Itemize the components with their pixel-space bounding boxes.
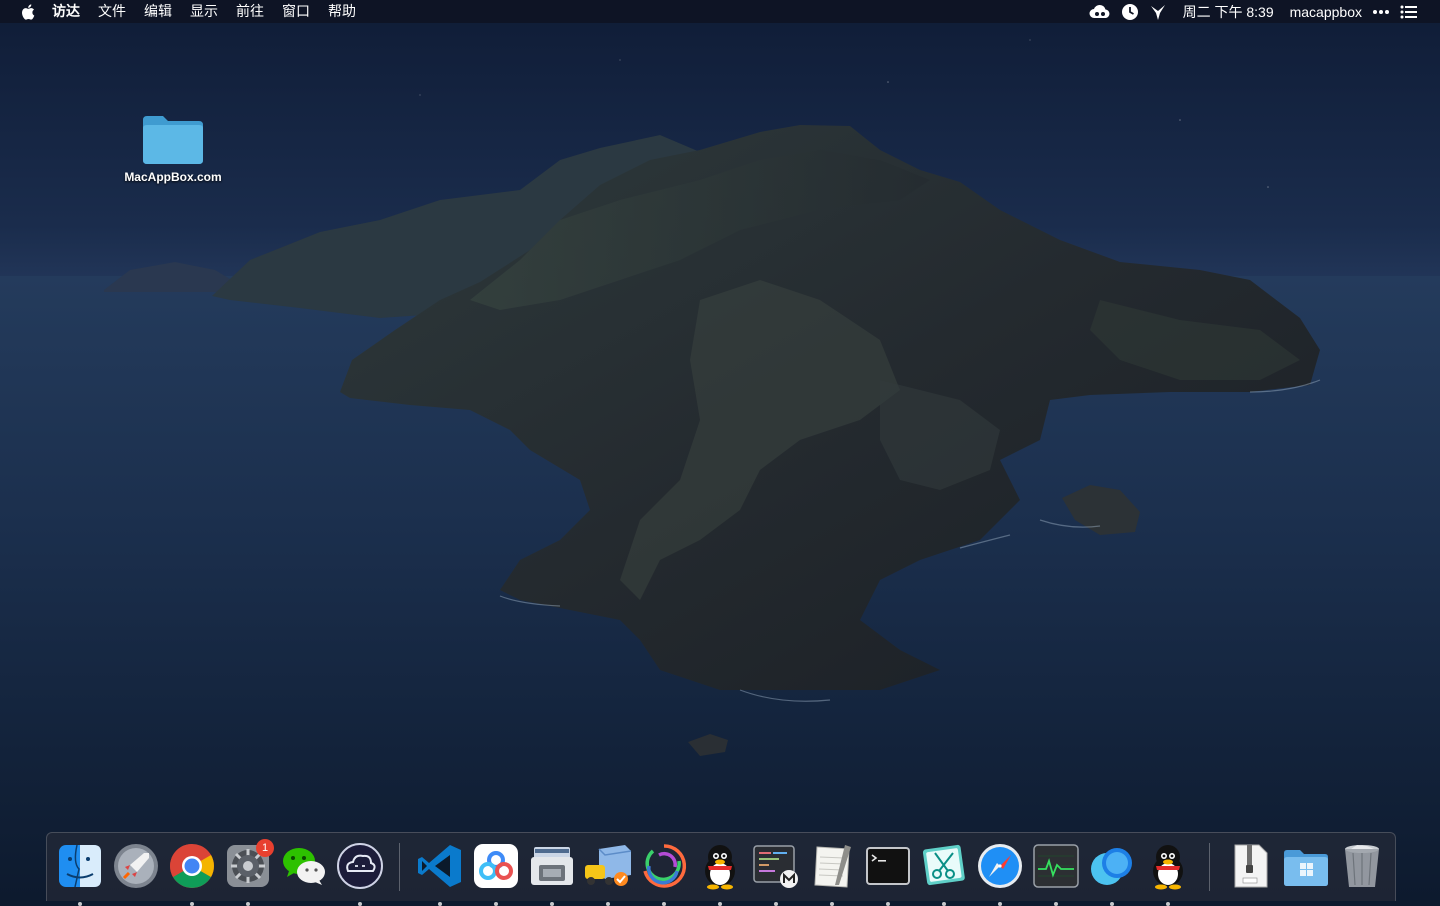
running-indicator — [718, 902, 722, 906]
dock-app-cleaner[interactable] — [335, 841, 385, 906]
menu-edit[interactable]: 编辑 — [144, 0, 172, 23]
zip-archive-icon — [1234, 844, 1268, 888]
qq-penguin-icon — [1153, 845, 1183, 890]
vpn-bird-icon[interactable] — [1149, 0, 1167, 23]
dock: 1 — [46, 832, 1396, 906]
dock-qq-2[interactable] — [1143, 841, 1193, 906]
running-indicator — [830, 902, 834, 906]
dock-messenger[interactable] — [1087, 841, 1137, 906]
menu-finder[interactable]: 访达 — [52, 0, 80, 23]
dock-scissors-app[interactable] — [919, 841, 969, 906]
dock-archive[interactable] — [1225, 841, 1275, 891]
running-indicator — [774, 902, 778, 906]
dock-disk-utility[interactable] — [527, 841, 577, 906]
wechat-icon — [283, 848, 325, 885]
safari-compass-icon — [978, 844, 1022, 888]
launchpad-rocket-icon — [114, 844, 158, 888]
dock-trash[interactable] — [1337, 841, 1387, 891]
cloud-sync-icon[interactable] — [1089, 0, 1111, 23]
dock-launchpad[interactable] — [111, 841, 161, 891]
running-indicator — [606, 902, 610, 906]
running-indicator — [1110, 902, 1114, 906]
notes-paper-icon — [814, 845, 851, 888]
dock-qq[interactable] — [695, 841, 745, 906]
code-m-icon — [753, 845, 798, 888]
chrome-icon — [170, 844, 214, 888]
notification-center-icon[interactable] — [1400, 0, 1418, 23]
menu-username[interactable]: macappbox — [1290, 4, 1362, 20]
running-indicator — [358, 902, 362, 906]
windows-folder-icon — [1284, 850, 1328, 886]
menu-bar: 访达 文件 编辑 显示 前往 窗口 帮助 周二 下午 8:39 macappbo… — [0, 0, 1440, 23]
terminal-icon — [866, 847, 910, 885]
dock-wechat[interactable] — [279, 841, 329, 891]
chat-bubbles-icon — [1091, 848, 1132, 885]
menu-view[interactable]: 显示 — [190, 0, 218, 23]
menu-bar-status-area: 周二 下午 8:39 macappbox — [1089, 0, 1440, 23]
dock-code-editor[interactable] — [751, 841, 801, 906]
menu-window[interactable]: 窗口 — [282, 0, 310, 23]
finder-icon — [59, 844, 101, 888]
running-indicator — [550, 902, 554, 906]
cloud-face-icon — [337, 843, 383, 889]
dock-system-preferences[interactable]: 1 — [223, 839, 274, 906]
running-indicator — [78, 902, 82, 906]
color-rings-icon — [643, 844, 687, 888]
dock-folder[interactable] — [1281, 841, 1331, 891]
menu-file[interactable]: 文件 — [98, 0, 126, 23]
menu-clock[interactable]: 周二 下午 8:39 — [1183, 2, 1274, 22]
dock-activity-monitor[interactable] — [1031, 841, 1081, 906]
dock-baidu-netdisk[interactable] — [471, 841, 521, 906]
dock-safari[interactable] — [975, 841, 1025, 906]
running-indicator — [438, 902, 442, 906]
menu-help[interactable]: 帮助 — [328, 0, 356, 23]
dock-vscode[interactable] — [415, 841, 465, 906]
running-indicator — [1166, 902, 1170, 906]
dock-chrome[interactable] — [167, 841, 217, 906]
delivery-truck-icon — [585, 845, 632, 886]
time-machine-icon[interactable] — [1121, 0, 1139, 23]
dock-separator — [399, 843, 400, 891]
menu-go[interactable]: 前往 — [236, 0, 264, 23]
dock-textedit[interactable] — [807, 841, 857, 906]
running-indicator — [662, 902, 666, 906]
folder-label: MacAppBox.com — [124, 170, 222, 184]
desktop-folder[interactable]: MacAppBox.com — [108, 112, 238, 202]
dock-transmit[interactable] — [583, 841, 633, 906]
dock-finder[interactable] — [55, 841, 105, 906]
more-dots-icon[interactable] — [1372, 0, 1390, 23]
running-indicator — [1054, 902, 1058, 906]
vscode-icon — [418, 845, 461, 887]
running-indicator — [494, 902, 498, 906]
activity-monitor-icon — [1033, 844, 1079, 888]
baidu-netdisk-icon — [474, 844, 518, 888]
qq-penguin-icon — [705, 845, 735, 890]
dock-terminal[interactable] — [863, 841, 913, 906]
scissors-icon — [922, 844, 965, 886]
running-indicator — [246, 902, 250, 906]
trash-icon — [1345, 845, 1379, 887]
running-indicator — [998, 902, 1002, 906]
notification-badge: 1 — [256, 839, 274, 857]
dock-separator — [1209, 843, 1210, 891]
apple-logo-icon[interactable] — [18, 0, 38, 23]
dock-affinity[interactable] — [639, 841, 689, 906]
folder-icon — [143, 116, 203, 164]
running-indicator — [190, 902, 194, 906]
running-indicator — [886, 902, 890, 906]
running-indicator — [942, 902, 946, 906]
printer-disk-icon — [531, 847, 573, 885]
